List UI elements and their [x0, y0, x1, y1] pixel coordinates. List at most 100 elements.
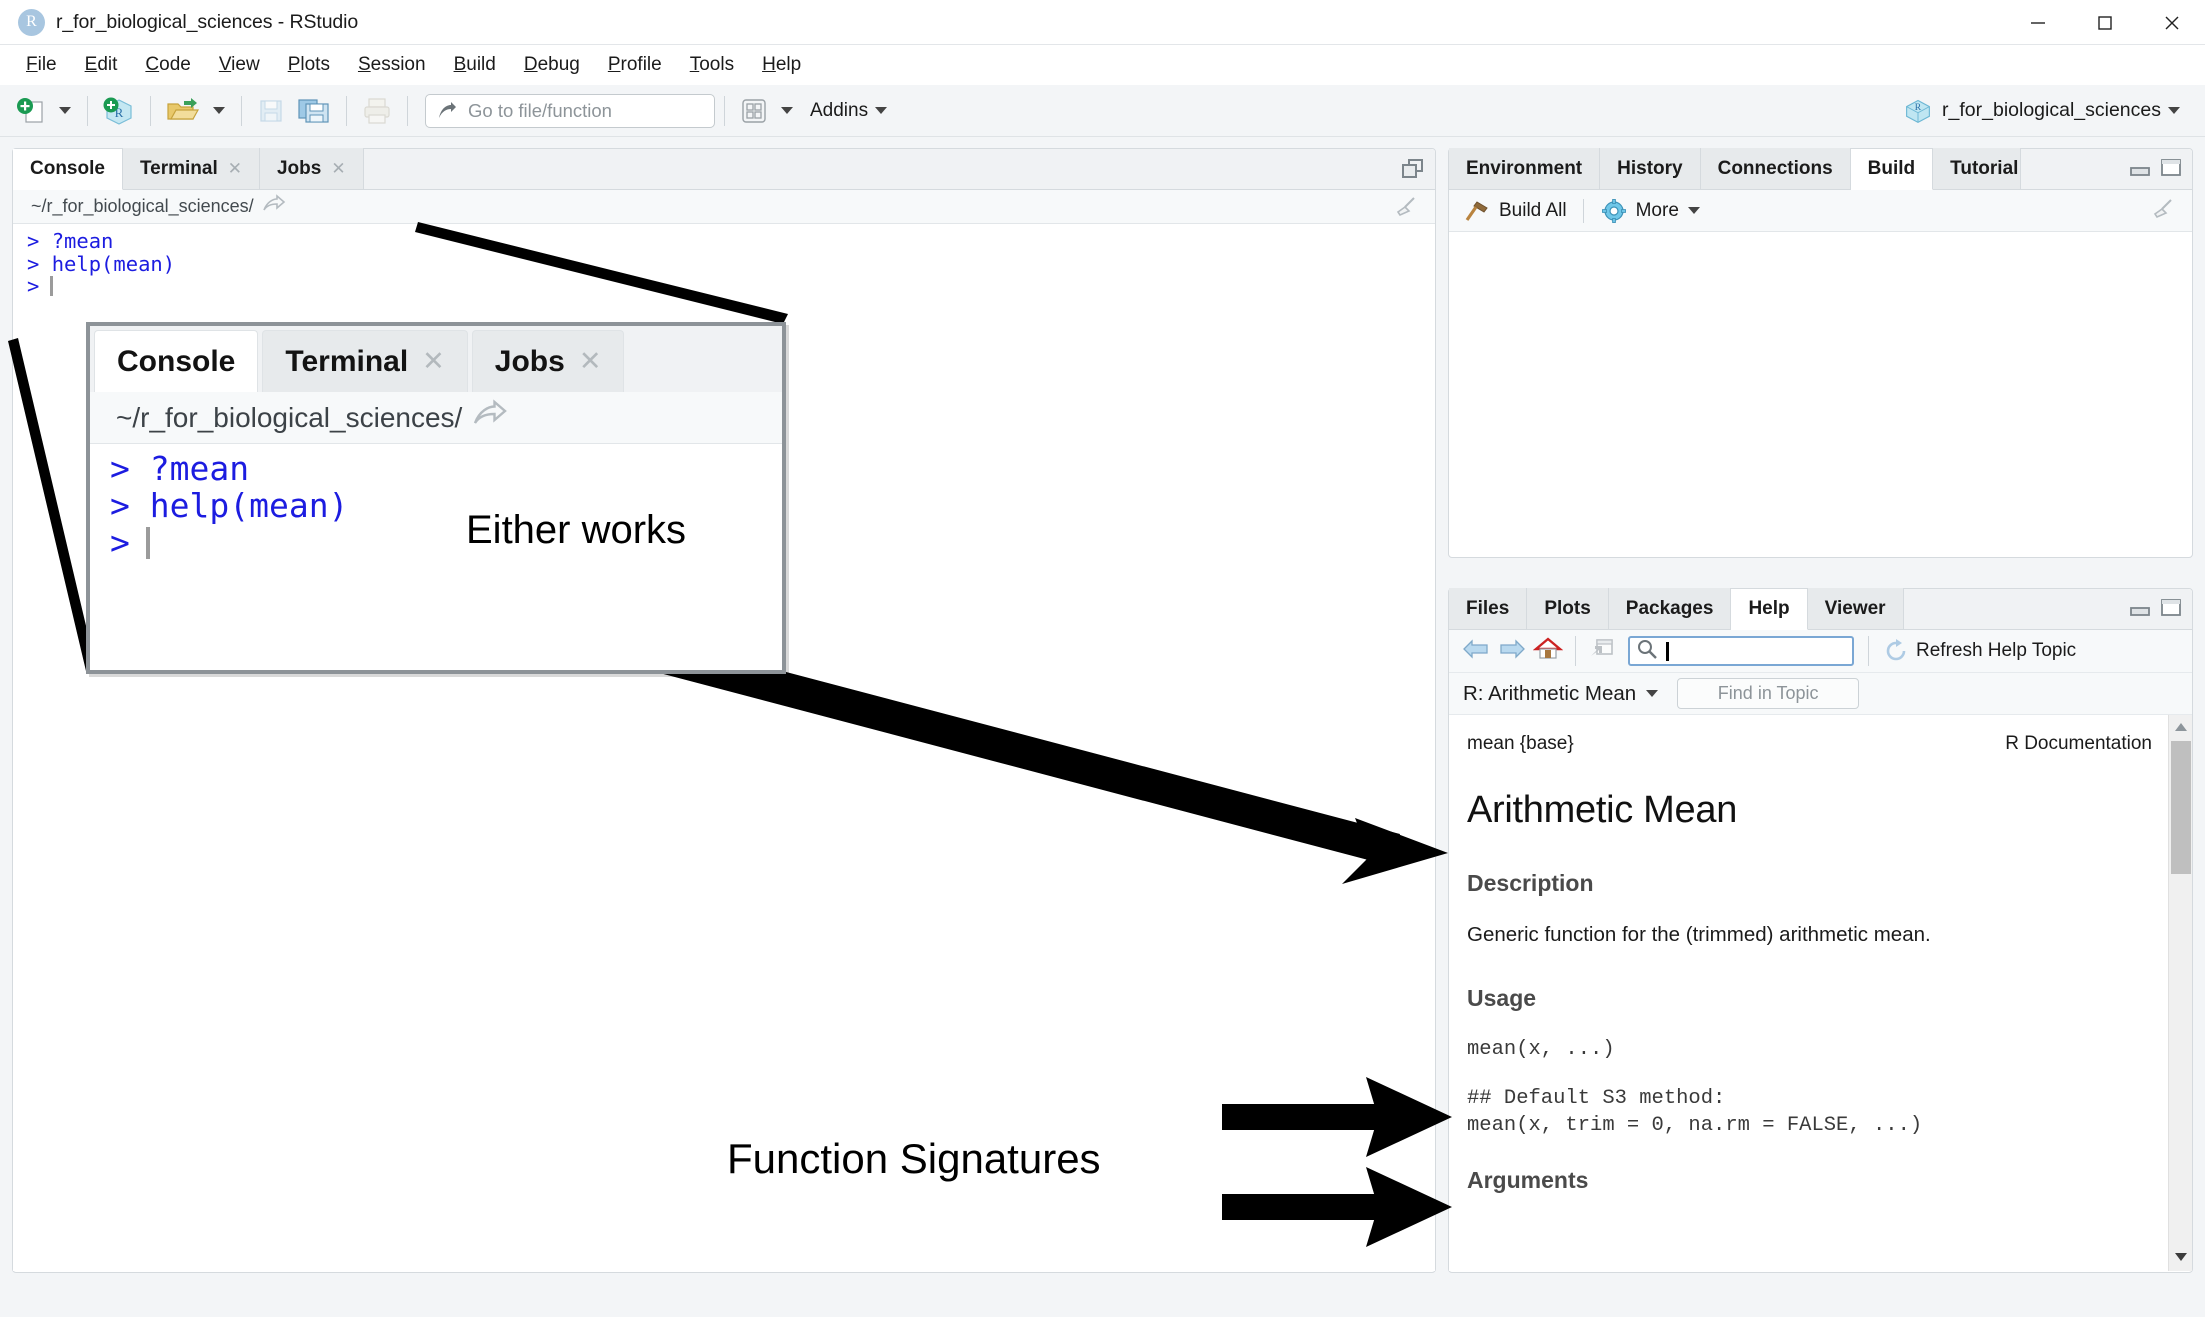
- inset-tab-console[interactable]: Console: [94, 330, 258, 392]
- help-doc-header-left: mean {base}: [1467, 733, 1574, 755]
- help-doc-header: mean {base} R Documentation: [1467, 733, 2152, 755]
- close-button[interactable]: [2138, 0, 2205, 45]
- toolbar-divider: [241, 96, 242, 126]
- new-file-dropdown-icon[interactable]: [59, 107, 71, 114]
- tab-connections[interactable]: Connections: [1701, 148, 1851, 189]
- clear-build-icon[interactable]: [2150, 196, 2178, 227]
- help-doc-usage-heading: Usage: [1467, 985, 2152, 1012]
- minimize-button[interactable]: [2004, 0, 2071, 45]
- tab-jobs[interactable]: Jobs ✕: [260, 148, 364, 189]
- project-dropdown-icon[interactable]: [2168, 107, 2180, 114]
- menu-item-profile[interactable]: Profile: [594, 51, 676, 79]
- scroll-down-icon[interactable]: [2169, 1245, 2192, 1269]
- environment-build-pane: Environment History Connections Build Tu…: [1448, 148, 2193, 558]
- text-cursor: [146, 527, 150, 559]
- menu-item-session[interactable]: Session: [344, 51, 440, 79]
- refresh-help-topic-label: Refresh Help Topic: [1916, 640, 2076, 662]
- addins-label[interactable]: Addins: [810, 100, 868, 122]
- tab-plots[interactable]: Plots: [1527, 588, 1608, 629]
- save-all-button[interactable]: [291, 89, 337, 133]
- help-search-input[interactable]: [1628, 636, 1854, 666]
- inset-tab-terminal[interactable]: Terminal ✕: [262, 330, 467, 392]
- toolbar-divider: [724, 96, 725, 126]
- title-bar: R r_for_biological_sciences - RStudio: [0, 0, 2205, 45]
- inset-tab-terminal-label: Terminal: [285, 345, 408, 379]
- save-button[interactable]: [251, 89, 291, 133]
- clear-console-icon[interactable]: [1393, 194, 1421, 225]
- menu-item-code[interactable]: Code: [131, 51, 204, 79]
- tab-history[interactable]: History: [1600, 148, 1700, 189]
- build-more-button[interactable]: More: [1600, 198, 1707, 224]
- menu-item-debug[interactable]: Debug: [510, 51, 594, 79]
- menu-item-edit[interactable]: Edit: [71, 51, 132, 79]
- menu-item-tools[interactable]: Tools: [676, 51, 748, 79]
- help-doc-usage-signature-2: mean(x, trim = 0, na.rm = FALSE, ...): [1467, 1114, 2152, 1137]
- tab-files[interactable]: Files: [1449, 588, 1527, 629]
- forward-icon[interactable]: [1497, 636, 1527, 667]
- maximize-pane-icon[interactable]: [2160, 158, 2182, 183]
- menu-item-view[interactable]: View: [205, 51, 274, 79]
- toolbar-divider: [407, 96, 408, 126]
- tab-jobs-label: Jobs: [277, 158, 321, 180]
- goto-arrow-icon: [436, 100, 458, 122]
- tab-terminal[interactable]: Terminal ✕: [123, 148, 260, 189]
- print-button[interactable]: [356, 89, 398, 133]
- scroll-up-icon[interactable]: [2169, 715, 2192, 739]
- build-all-button[interactable]: Build All: [1463, 198, 1567, 224]
- tab-packages[interactable]: Packages: [1609, 588, 1732, 629]
- close-icon[interactable]: ✕: [331, 159, 345, 179]
- build-more-dropdown-icon[interactable]: [1688, 207, 1700, 214]
- find-in-topic-input[interactable]: Find in Topic: [1677, 678, 1859, 709]
- new-project-button[interactable]: R: [97, 89, 141, 133]
- close-icon[interactable]: ✕: [422, 346, 445, 377]
- back-icon[interactable]: [1461, 636, 1491, 667]
- refresh-help-topic-button[interactable]: Refresh Help Topic: [1883, 638, 2076, 664]
- tab-viewer[interactable]: Viewer: [1808, 588, 1904, 629]
- pane-layout-button[interactable]: [734, 89, 774, 133]
- maximize-pane-icon[interactable]: [2160, 598, 2182, 623]
- help-topic-dropdown-icon[interactable]: [1646, 690, 1658, 697]
- cwd-path: ~/r_for_biological_sciences/: [31, 196, 254, 217]
- addins-dropdown-icon[interactable]: [875, 107, 887, 114]
- menu-item-file[interactable]: File: [12, 51, 71, 79]
- help-doc-title: Arithmetic Mean: [1467, 789, 2152, 832]
- new-file-button[interactable]: [10, 89, 52, 133]
- open-file-button[interactable]: [160, 89, 206, 133]
- tab-environment[interactable]: Environment: [1449, 148, 1600, 189]
- tab-console[interactable]: Console: [13, 149, 123, 190]
- tab-build[interactable]: Build: [1851, 149, 1934, 190]
- close-icon[interactable]: ✕: [228, 159, 242, 179]
- maximize-button[interactable]: [2071, 0, 2138, 45]
- tab-tutorial[interactable]: Tutorial: [1933, 148, 2021, 189]
- toolbar-divider: [346, 96, 347, 126]
- help-scrollbar[interactable]: [2168, 715, 2192, 1271]
- popout-icon[interactable]: [1401, 158, 1425, 185]
- help-topic-selector[interactable]: R: Arithmetic Mean: [1463, 682, 1636, 706]
- goto-file-function-input[interactable]: Go to file/function: [425, 94, 715, 128]
- minimize-pane-icon[interactable]: [2129, 158, 2151, 183]
- pane-layout-dropdown-icon[interactable]: [781, 107, 793, 114]
- menu-item-help[interactable]: Help: [748, 51, 815, 79]
- inset-tab-console-label: Console: [117, 345, 235, 379]
- build-toolbar: Build All More: [1449, 190, 2192, 232]
- home-icon[interactable]: [1533, 636, 1563, 667]
- gear-icon: [1600, 198, 1628, 224]
- project-selector[interactable]: R r_for_biological_sciences: [1903, 97, 2187, 125]
- open-in-files-icon[interactable]: [262, 194, 286, 219]
- scrollbar-thumb[interactable]: [2171, 741, 2191, 874]
- main-toolbar: R: [0, 85, 2205, 137]
- hammer-icon: [1463, 198, 1491, 224]
- search-icon: [1636, 638, 1658, 665]
- menu-item-build[interactable]: Build: [440, 51, 510, 79]
- close-icon[interactable]: ✕: [579, 346, 602, 377]
- tab-build-label: Build: [1868, 158, 1916, 180]
- text-cursor: [50, 276, 53, 296]
- open-in-files-icon[interactable]: [472, 399, 508, 436]
- environment-tab-bar: Environment History Connections Build Tu…: [1449, 149, 2192, 190]
- minimize-pane-icon[interactable]: [2129, 598, 2151, 623]
- tab-help[interactable]: Help: [1731, 589, 1807, 630]
- menu-item-plots[interactable]: Plots: [274, 51, 344, 79]
- show-in-new-window-icon[interactable]: [1588, 636, 1616, 667]
- open-file-dropdown-icon[interactable]: [213, 107, 225, 114]
- inset-tab-jobs[interactable]: Jobs ✕: [472, 330, 625, 392]
